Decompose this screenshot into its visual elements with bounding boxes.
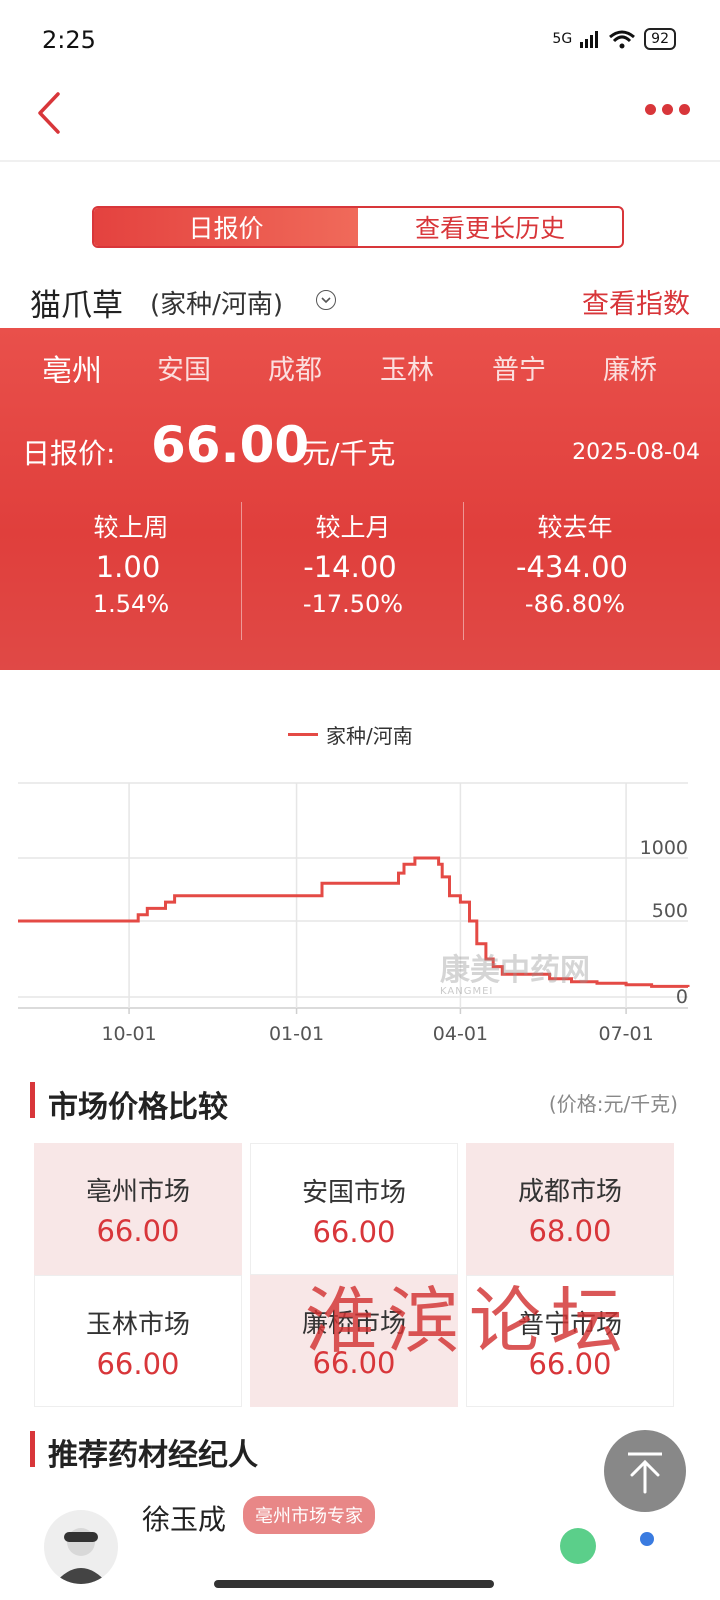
- kangmei-watermark-logo: 康美中药网: [440, 953, 590, 988]
- market-price-cell[interactable]: 玉林市场 66.00: [34, 1275, 242, 1407]
- herb-name: 猫爪草: [30, 288, 123, 324]
- market-price: 68.00: [528, 1214, 612, 1248]
- compare-year-title: 较去年: [537, 513, 613, 542]
- compare-month: 较上月 -14.00 -17.50%: [240, 508, 466, 618]
- y-tick-label: 1000: [640, 837, 688, 859]
- market-name: 亳州市场: [85, 1177, 190, 1207]
- forum-watermark: 淮滨论坛: [305, 1279, 634, 1363]
- compare-year: 较去年 -434.00 -86.80%: [462, 508, 688, 618]
- kangmei-watermark-sub: KANGMEI: [440, 986, 494, 997]
- market-price: 66.00: [312, 1215, 396, 1249]
- home-indicator[interactable]: [214, 1580, 494, 1588]
- tab-daily-price[interactable]: 日报价: [94, 208, 358, 246]
- market-price-cell[interactable]: 成都市场 68.00: [466, 1143, 674, 1275]
- compare-year-value: -434.00: [516, 550, 628, 584]
- market-tab-bozhou[interactable]: 亳州: [42, 346, 102, 390]
- price-tabs: 日报价 查看更长历史: [92, 206, 624, 248]
- section-accent-bar: [30, 1431, 35, 1467]
- price-unit: 元/千克: [302, 437, 396, 470]
- compare-year-pct: -86.80%: [524, 590, 626, 618]
- price-label: 日报价:: [22, 437, 116, 470]
- compare-month-pct: -17.50%: [302, 590, 404, 618]
- y-tick-label: 0: [676, 986, 688, 1008]
- x-tick-label: 07-01: [598, 1023, 653, 1045]
- market-name: 玉林市场: [85, 1310, 190, 1340]
- market-tab-chengdu[interactable]: 成都: [268, 348, 322, 387]
- price-value: 66.00: [151, 416, 310, 474]
- broker-badge: 亳州市场专家: [243, 1496, 375, 1534]
- view-index-link[interactable]: 查看指数: [582, 282, 690, 321]
- market-tab-puning[interactable]: 普宁: [492, 348, 546, 387]
- compare-week-pct: 1.54%: [92, 590, 170, 618]
- herb-spec-selector[interactable]: (家种/河南): [150, 284, 283, 321]
- x-tick-label: 04-01: [433, 1023, 488, 1045]
- legend-line-swatch: [288, 733, 318, 736]
- scroll-to-top-button[interactable]: [604, 1430, 686, 1512]
- market-name: 安国市场: [301, 1178, 406, 1208]
- compare-month-title: 较上月: [315, 513, 391, 542]
- compare-week-value: 1.00: [95, 550, 161, 584]
- unit-note: (价格:元/千克): [548, 1092, 678, 1116]
- market-price: 66.00: [96, 1347, 180, 1381]
- status-icons: 5G 92: [552, 28, 676, 50]
- price-date: 2025-08-04: [572, 440, 700, 465]
- section-title-market-compare: 市场价格比较: [48, 1090, 228, 1125]
- market-name: 成都市场: [517, 1177, 622, 1207]
- more-menu-icon[interactable]: [645, 104, 690, 115]
- market-tab-anguo[interactable]: 安国: [157, 348, 211, 387]
- x-tick-label: 01-01: [269, 1023, 324, 1045]
- message-icon[interactable]: [640, 1532, 654, 1546]
- market-price-cell[interactable]: 亳州市场 66.00: [34, 1143, 242, 1275]
- chevron-down-icon[interactable]: [316, 290, 336, 310]
- nav-divider: [0, 160, 720, 162]
- status-time: 2:25: [42, 26, 96, 54]
- section-title-brokers: 推荐药材经纪人: [48, 1438, 258, 1473]
- legend-label: 家种/河南: [326, 724, 413, 748]
- market-tab-yulin[interactable]: 玉林: [380, 348, 434, 387]
- price-chart[interactable]: 0 500 1000 10-01 01-01 04-01 07-01: [0, 770, 720, 1060]
- phone-icon[interactable]: [560, 1528, 596, 1564]
- compare-month-value: -14.00: [303, 550, 397, 584]
- section-accent-bar: [30, 1082, 35, 1118]
- network-label: 5G: [552, 31, 573, 47]
- market-price: 66.00: [96, 1214, 180, 1248]
- tab-longer-history[interactable]: 查看更长历史: [358, 208, 622, 246]
- wifi-icon: [609, 30, 636, 49]
- battery-icon: 92: [644, 28, 676, 50]
- compare-week-title: 较上周: [93, 513, 169, 542]
- broker-name[interactable]: 徐玉成: [142, 1498, 226, 1538]
- compare-week: 较上周 1.00 1.54%: [18, 508, 244, 618]
- avatar[interactable]: [44, 1510, 118, 1584]
- market-tab-lianqiao[interactable]: 廉桥: [603, 348, 657, 387]
- signal-icon: [580, 31, 599, 48]
- chart-legend[interactable]: 家种/河南: [288, 720, 413, 749]
- x-tick-label: 10-01: [101, 1023, 156, 1045]
- market-price-cell[interactable]: 安国市场 66.00: [250, 1143, 458, 1275]
- y-tick-label: 500: [652, 900, 688, 922]
- back-arrow-icon[interactable]: [30, 88, 70, 138]
